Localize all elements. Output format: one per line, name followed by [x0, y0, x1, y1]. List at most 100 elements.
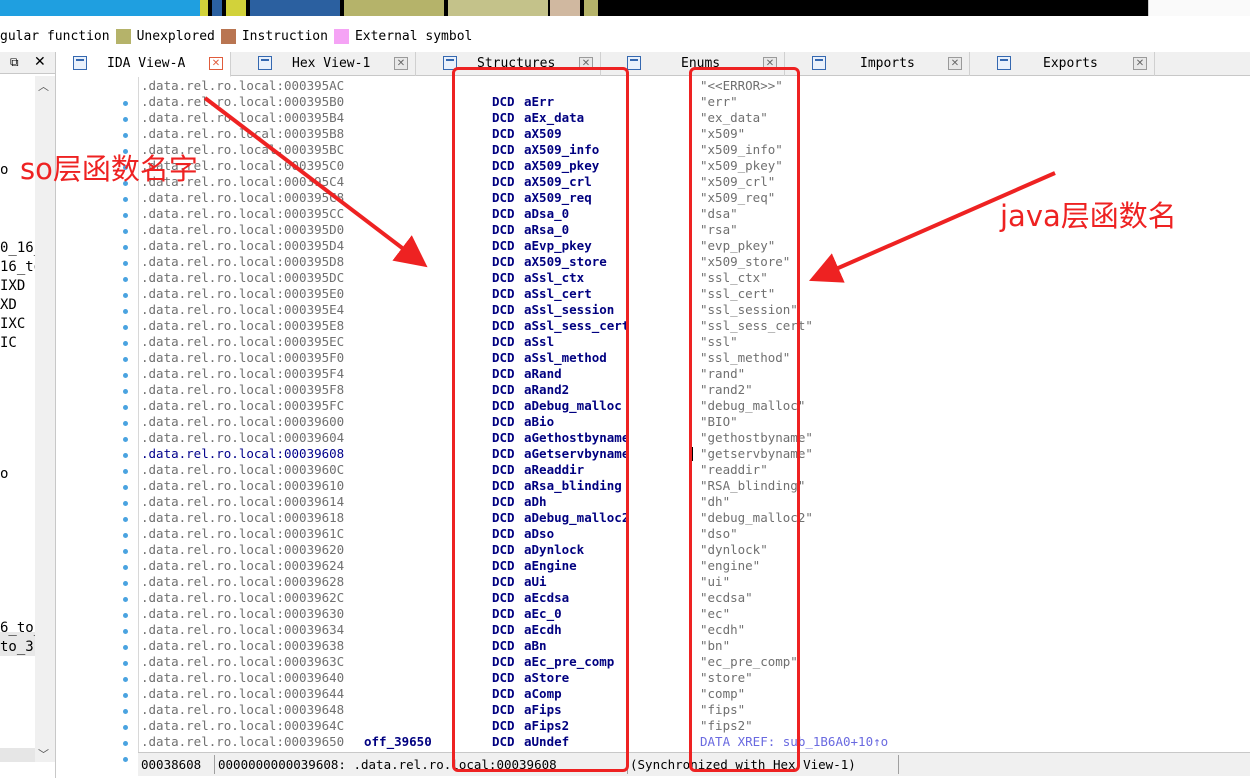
- breakpoint-dot[interactable]: [123, 101, 128, 106]
- row-address[interactable]: .data.rel.ro.local:00039634: [141, 622, 344, 638]
- breakpoint-dot[interactable]: [123, 725, 128, 730]
- function-name-fragment[interactable]: IC: [0, 335, 35, 351]
- breakpoint-dot[interactable]: [123, 613, 128, 618]
- tab-hex-view-1[interactable]: Hex View-1 ✕: [244, 52, 416, 76]
- close-tab-icon[interactable]: ✕: [209, 57, 223, 70]
- row-address[interactable]: .data.rel.ro.local:000395B0: [141, 94, 344, 110]
- row-address[interactable]: .data.rel.ro.local:00039624: [141, 558, 344, 574]
- breakpoint-dot[interactable]: [123, 469, 128, 474]
- close-tab-icon[interactable]: ✕: [948, 57, 962, 70]
- row-address[interactable]: .data.rel.ro.local:000395D4: [141, 238, 344, 254]
- horizontal-scrollbar[interactable]: [0, 748, 35, 762]
- breakpoint-dot[interactable]: [123, 117, 128, 122]
- breakpoint-dot[interactable]: [123, 757, 128, 762]
- function-name-fragment[interactable]: 16_to: [0, 259, 35, 275]
- close-tab-icon[interactable]: ✕: [394, 57, 408, 70]
- breakpoint-dot[interactable]: [123, 629, 128, 634]
- row-address[interactable]: .data.rel.ro.local:000395B4: [141, 110, 344, 126]
- breakpoint-dot[interactable]: [123, 437, 128, 442]
- row-address[interactable]: .data.rel.ro.local:00039604: [141, 430, 344, 446]
- breakpoint-dot[interactable]: [123, 565, 128, 570]
- breakpoint-dot[interactable]: [123, 197, 128, 202]
- row-address[interactable]: .data.rel.ro.local:00039608: [141, 446, 344, 462]
- row-address[interactable]: .data.rel.ro.local:00039650: [141, 734, 344, 750]
- row-address[interactable]: .data.rel.ro.local:00039638: [141, 638, 344, 654]
- row-address[interactable]: .data.rel.ro.local:000395E8: [141, 318, 344, 334]
- row-address[interactable]: .data.rel.ro.local:000395AC: [141, 78, 344, 94]
- breakpoint-dot[interactable]: [123, 485, 128, 490]
- row-address[interactable]: .data.rel.ro.local:0003964C: [141, 718, 344, 734]
- row-address[interactable]: .data.rel.ro.local:000395EC: [141, 334, 344, 350]
- function-name-fragment[interactable]: 0_16_: [0, 240, 35, 256]
- row-address[interactable]: .data.rel.ro.local:000395E0: [141, 286, 344, 302]
- row-address[interactable]: .data.rel.ro.local:00039620: [141, 542, 344, 558]
- breakpoint-dot[interactable]: [123, 277, 128, 282]
- breakpoint-dot[interactable]: [123, 533, 128, 538]
- breakpoint-dot[interactable]: [123, 693, 128, 698]
- breakpoint-dot[interactable]: [123, 229, 128, 234]
- breakpoint-dot[interactable]: [123, 597, 128, 602]
- breakpoint-dot[interactable]: [123, 213, 128, 218]
- breakpoint-dot[interactable]: [123, 741, 128, 746]
- breakpoint-dot[interactable]: [123, 341, 128, 346]
- function-name-fragment[interactable]: 6_to_: [0, 620, 35, 636]
- tab-ida-view-a[interactable]: IDA View-A ✕: [57, 52, 231, 77]
- row-address[interactable]: .data.rel.ro.local:000395B8: [141, 126, 344, 142]
- row-address[interactable]: .data.rel.ro.local:0003962C: [141, 590, 344, 606]
- row-address[interactable]: .data.rel.ro.local:000395F4: [141, 366, 344, 382]
- row-address[interactable]: .data.rel.ro.local:000395C8: [141, 190, 344, 206]
- function-name-fragment[interactable]: IXD: [0, 278, 35, 294]
- breakpoint-dot[interactable]: [123, 709, 128, 714]
- tab-imports[interactable]: Imports ✕: [798, 52, 970, 76]
- close-tab-icon[interactable]: ✕: [1133, 57, 1147, 70]
- row-address[interactable]: .data.rel.ro.local:000395F8: [141, 382, 344, 398]
- breakpoint-dot[interactable]: [123, 645, 128, 650]
- breakpoint-dot[interactable]: [123, 373, 128, 378]
- row-label[interactable]: off_39650: [364, 734, 432, 750]
- row-address[interactable]: .data.rel.ro.local:00039628: [141, 574, 344, 590]
- row-address[interactable]: .data.rel.ro.local:0003961C: [141, 526, 344, 542]
- breakpoint-dot[interactable]: [123, 133, 128, 138]
- row-address[interactable]: .data.rel.ro.local:000395CC: [141, 206, 344, 222]
- breakpoint-dot[interactable]: [123, 325, 128, 330]
- breakpoint-dot[interactable]: [123, 293, 128, 298]
- row-address[interactable]: .data.rel.ro.local:0003960C: [141, 462, 344, 478]
- row-address[interactable]: .data.rel.ro.local:000395D0: [141, 222, 344, 238]
- row-address[interactable]: .data.rel.ro.local:000395F0: [141, 350, 344, 366]
- breakpoint-dot[interactable]: [123, 421, 128, 426]
- row-address[interactable]: .data.rel.ro.local:00039648: [141, 702, 344, 718]
- row-address[interactable]: .data.rel.ro.local:000395D8: [141, 254, 344, 270]
- row-address[interactable]: .data.rel.ro.local:000395E4: [141, 302, 344, 318]
- function-name-fragment[interactable]: IXC: [0, 316, 35, 332]
- navigation-band[interactable]: [0, 0, 1250, 16]
- breakpoint-dot[interactable]: [123, 549, 128, 554]
- breakpoint-dot[interactable]: [123, 453, 128, 458]
- scroll-down-icon[interactable]: ﹀: [38, 746, 49, 762]
- tab-exports[interactable]: Exports ✕: [983, 52, 1155, 76]
- close-icon[interactable]: ✕: [34, 54, 46, 70]
- scroll-up-icon[interactable]: ︿: [38, 78, 49, 94]
- row-address[interactable]: .data.rel.ro.local:000395FC: [141, 398, 344, 414]
- breakpoint-dot[interactable]: [123, 581, 128, 586]
- row-address[interactable]: .data.rel.ro.local:00039644: [141, 686, 344, 702]
- breakpoint-dot[interactable]: [123, 261, 128, 266]
- row-address[interactable]: .data.rel.ro.local:00039600: [141, 414, 344, 430]
- pin-icon[interactable]: ⧉: [10, 55, 19, 70]
- function-name-fragment[interactable]: o: [0, 466, 35, 482]
- breakpoint-dot[interactable]: [123, 677, 128, 682]
- row-address[interactable]: .data.rel.ro.local:00039614: [141, 494, 344, 510]
- row-address[interactable]: .data.rel.ro.local:00039618: [141, 510, 344, 526]
- row-address[interactable]: .data.rel.ro.local:00039640: [141, 670, 344, 686]
- function-name-fragment[interactable]: XD: [0, 297, 35, 313]
- function-name-fragment[interactable]: to_3: [0, 639, 35, 655]
- breakpoint-dot[interactable]: [123, 389, 128, 394]
- row-address[interactable]: .data.rel.ro.local:00039630: [141, 606, 344, 622]
- breakpoint-dot[interactable]: [123, 309, 128, 314]
- row-address[interactable]: .data.rel.ro.local:00039610: [141, 478, 344, 494]
- breakpoint-dot[interactable]: [123, 245, 128, 250]
- breakpoint-dot[interactable]: [123, 501, 128, 506]
- breakpoint-dot[interactable]: [123, 517, 128, 522]
- breakpoint-dot[interactable]: [123, 357, 128, 362]
- row-address[interactable]: .data.rel.ro.local:0003963C: [141, 654, 344, 670]
- breakpoint-dot[interactable]: [123, 661, 128, 666]
